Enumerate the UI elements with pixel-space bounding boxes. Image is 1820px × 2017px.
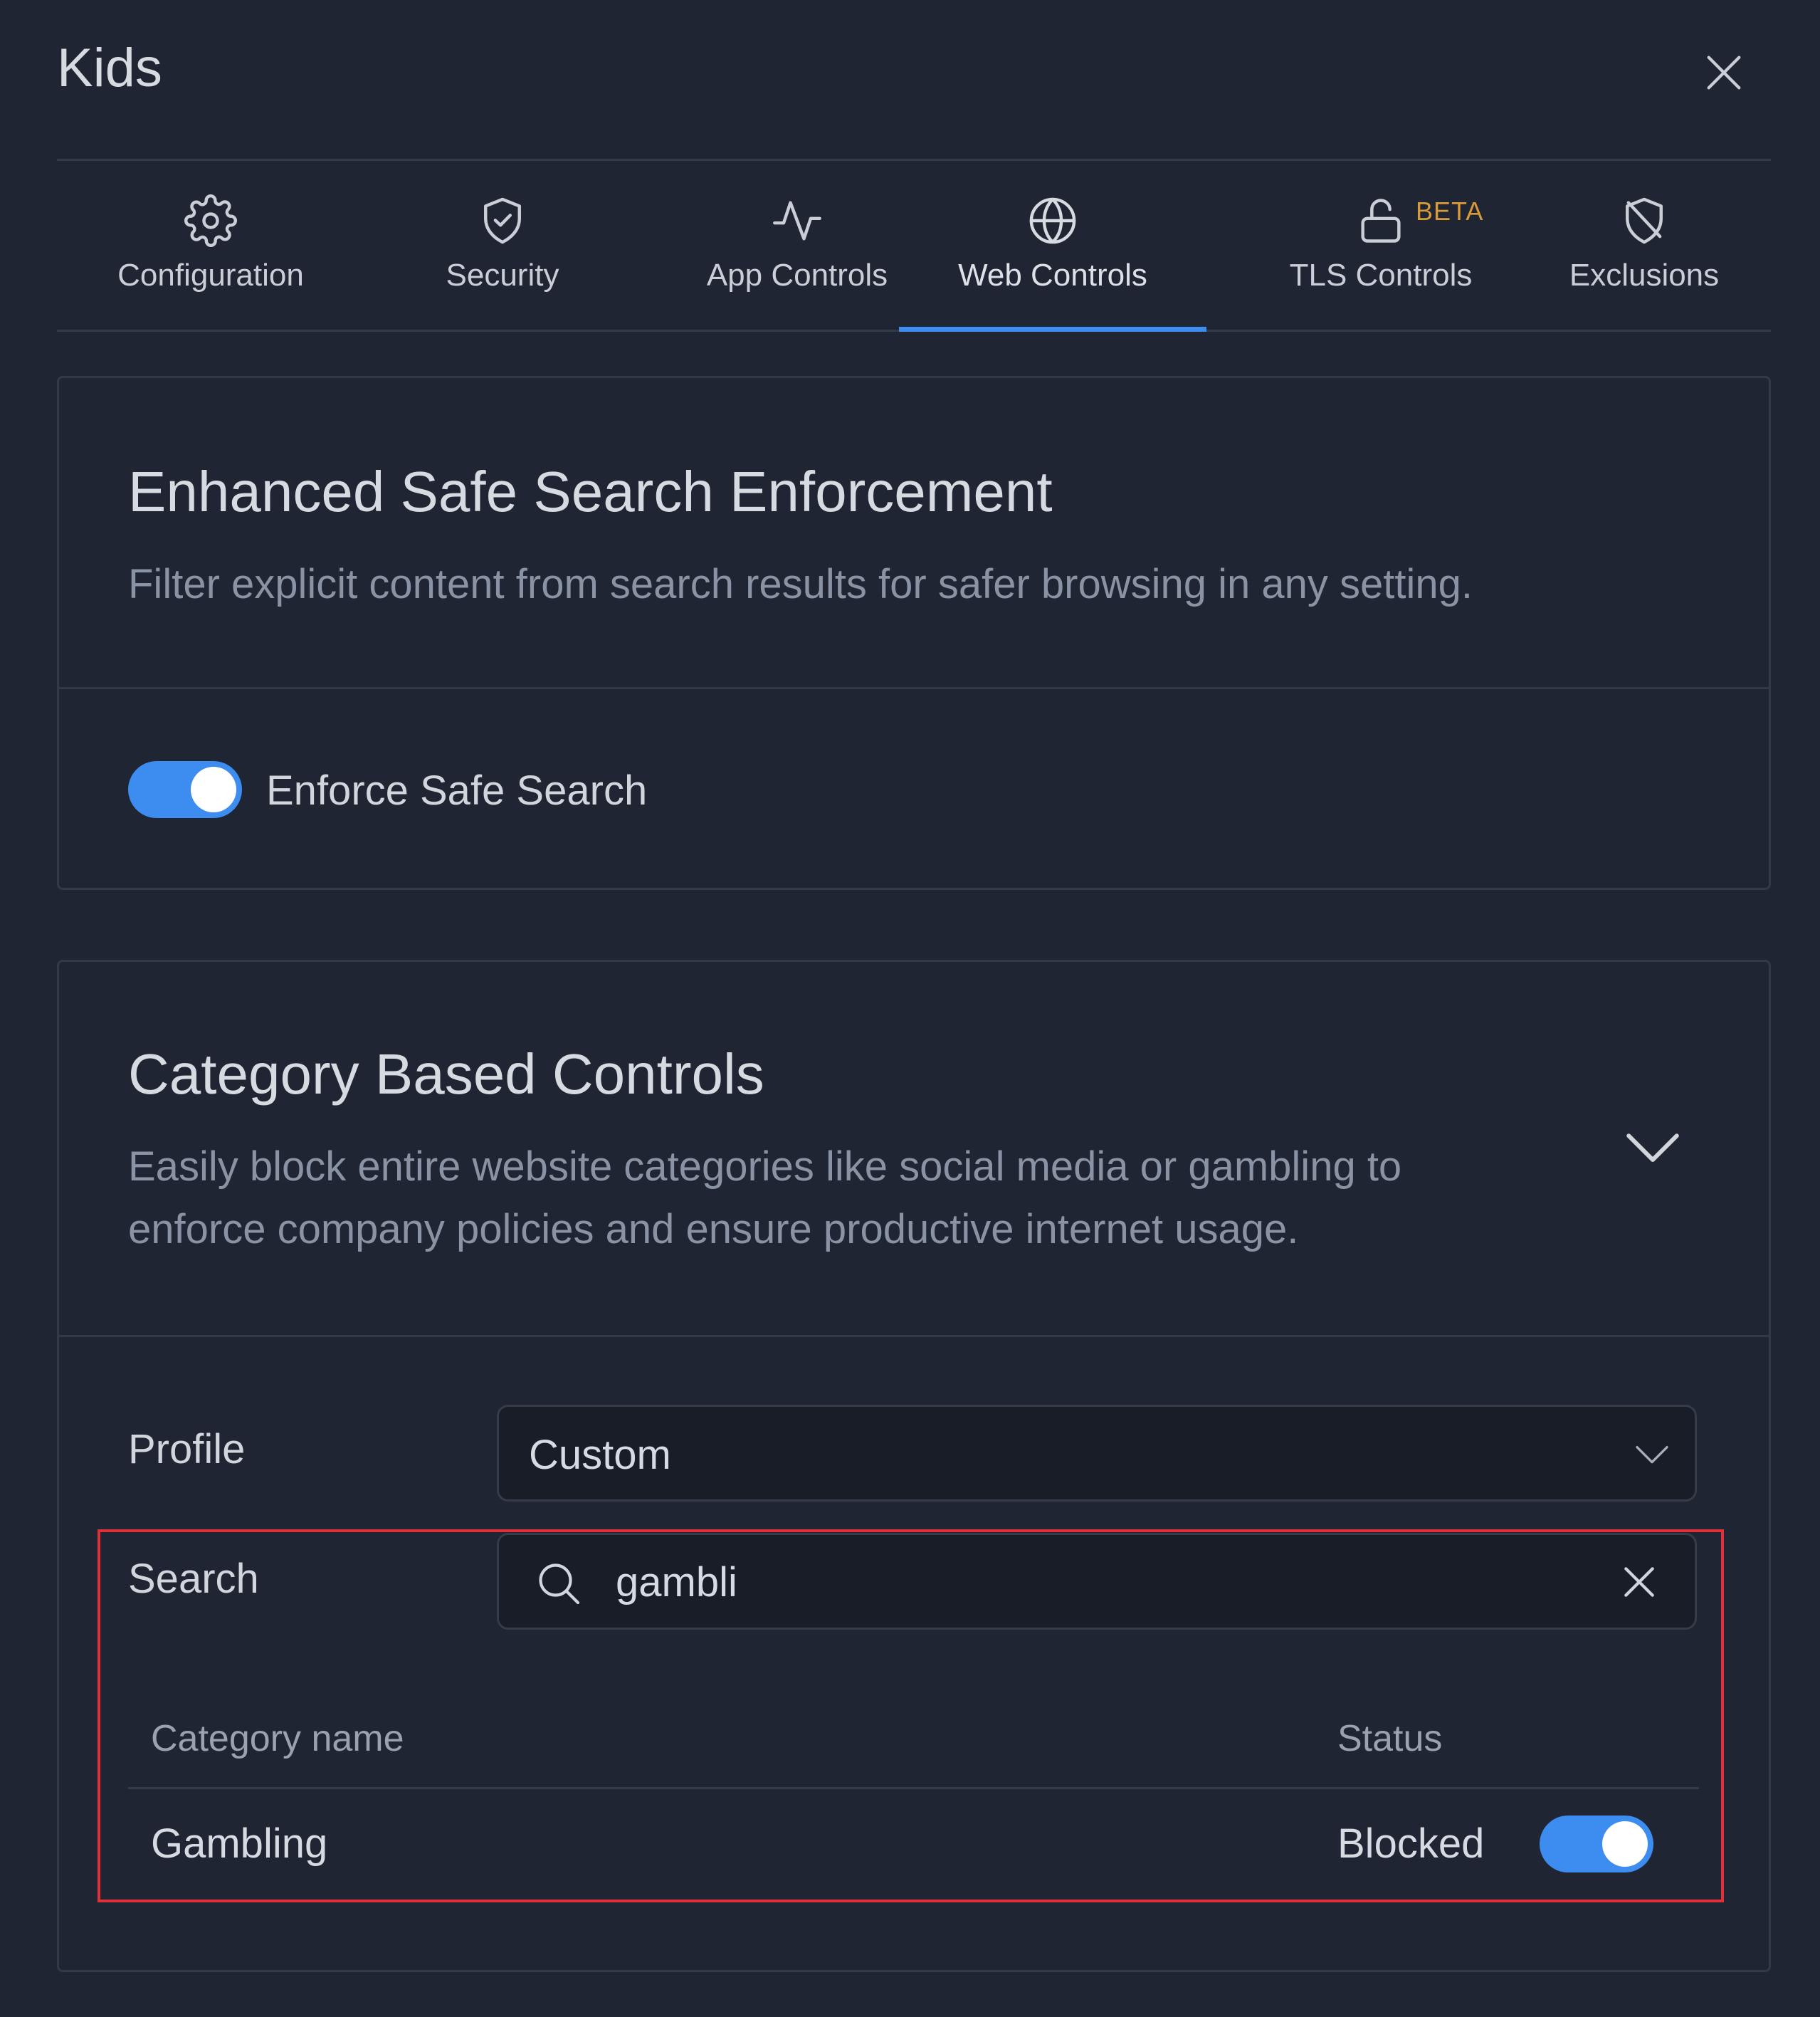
gear-icon — [184, 194, 238, 248]
enforce-safe-search-toggle[interactable] — [128, 761, 242, 818]
expand-button[interactable] — [1621, 1117, 1685, 1181]
profile-select[interactable]: Custom — [497, 1405, 1697, 1502]
chevron-down-icon — [1636, 1446, 1668, 1464]
active-tab-indicator — [899, 327, 1206, 332]
section-description: Filter explicit content from search resu… — [128, 561, 1473, 607]
highlight-box — [98, 1529, 1724, 1902]
tab-bar: Configuration Security App Controls Web … — [57, 161, 1771, 332]
section-title: Category Based Controls — [128, 1042, 764, 1106]
chevron-down-icon — [1626, 1133, 1679, 1162]
section-description: Easily block entire website categories l… — [128, 1136, 1580, 1261]
tab-label: Web Controls — [958, 258, 1147, 293]
tab-exclusions[interactable]: Exclusions — [1552, 161, 1737, 332]
tab-label: Security — [446, 258, 559, 293]
tab-label: Configuration — [117, 258, 304, 293]
globe-icon — [1026, 194, 1080, 248]
card-divider — [59, 687, 1769, 689]
shield-check-icon — [475, 194, 530, 248]
close-button[interactable] — [1701, 50, 1747, 95]
section-title: Enhanced Safe Search Enforcement — [128, 460, 1053, 523]
tab-security[interactable]: Security — [413, 161, 592, 332]
dialog-title: Kids — [57, 38, 162, 98]
profile-label: Profile — [128, 1426, 246, 1472]
tab-configuration[interactable]: Configuration — [100, 161, 322, 332]
tab-web-controls[interactable]: Web Controls — [899, 161, 1206, 332]
beta-badge: BETA — [1416, 197, 1484, 226]
profile-value: Custom — [529, 1432, 671, 1478]
close-icon — [1707, 56, 1741, 90]
safe-search-card: Enhanced Safe Search Enforcement Filter … — [57, 376, 1771, 890]
toggle-label: Enforce Safe Search — [266, 767, 648, 814]
card-divider — [59, 1335, 1769, 1337]
tab-tls-controls[interactable]: TLS Controls — [1260, 161, 1502, 332]
activity-icon — [770, 194, 824, 248]
description-line: Easily block entire website categories l… — [128, 1143, 1402, 1190]
description-line: enforce company policies and ensure prod… — [128, 1206, 1299, 1252]
tab-app-controls[interactable]: App Controls — [676, 161, 918, 332]
tab-label: Exclusions — [1569, 258, 1720, 293]
tab-label: App Controls — [706, 258, 888, 293]
unlock-icon — [1354, 194, 1408, 248]
shield-off-icon — [1617, 194, 1671, 248]
tab-label: TLS Controls — [1289, 258, 1473, 293]
toggle-knob — [191, 767, 236, 812]
